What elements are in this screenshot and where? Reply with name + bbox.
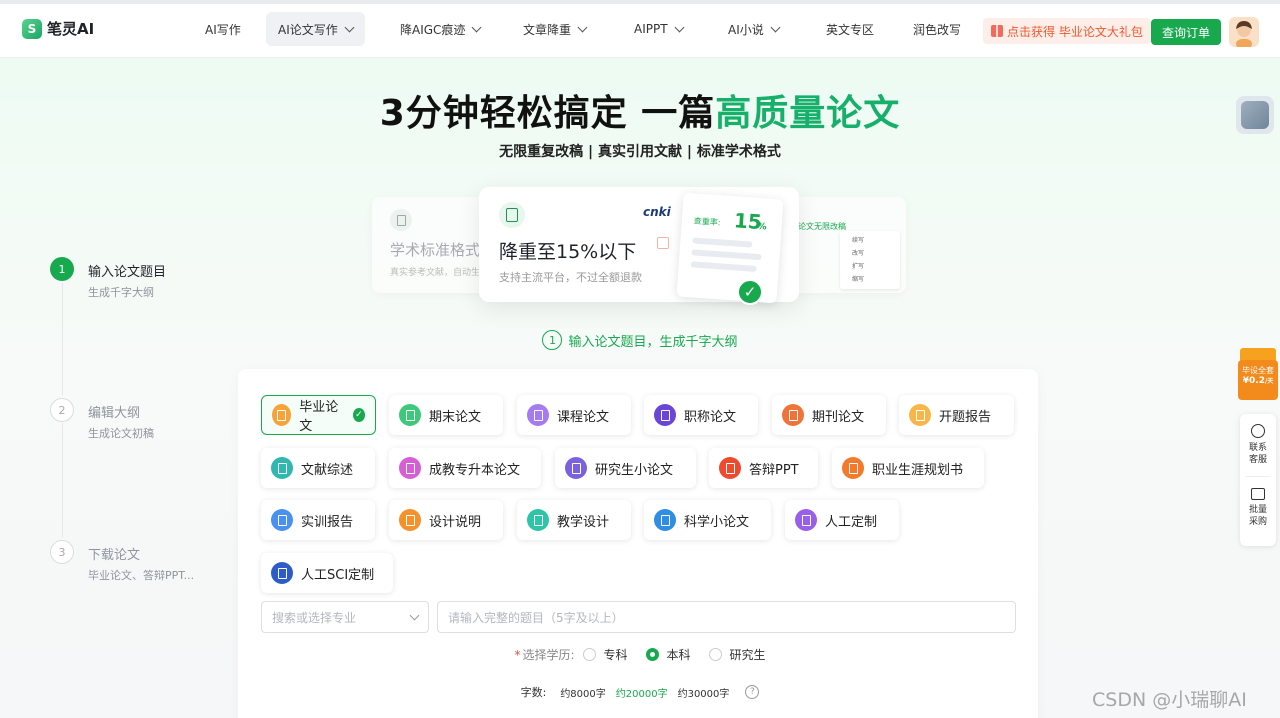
pen-icon (399, 404, 421, 426)
type-science-paper[interactable]: 科学小论文 (644, 500, 771, 540)
selected-check-icon: ✓ (352, 408, 365, 422)
query-order-button[interactable]: 查询订单 (1151, 19, 1221, 45)
nav-reduce-aigc[interactable]: 降AIGC痕迹 (388, 12, 492, 46)
feature-card-unlimited: 论文无限改稿 续写 改写 扩写 缩写 (790, 197, 906, 293)
topic-input[interactable]: 请输入完整的题目（5字及以上） (437, 601, 1016, 633)
type-journal-paper[interactable]: 期刊论文 (772, 395, 886, 435)
document-icon (565, 457, 587, 479)
ruler-icon (399, 509, 421, 531)
nav-ai-paper[interactable]: AI论文写作 (266, 12, 365, 46)
check-icon: ✓ (737, 279, 763, 305)
brand-name: 笔灵AI (47, 20, 95, 38)
step-connector (62, 423, 63, 537)
step-3-desc: 毕业论文、答辩PPT... (88, 569, 195, 582)
chevron-down-icon (471, 22, 482, 32)
step-1-desc: 生成千字大纲 (88, 286, 154, 299)
step-2-title: 编辑大纲 (88, 406, 141, 421)
radio-graduate[interactable] (708, 648, 722, 661)
avatar[interactable] (1229, 17, 1259, 47)
nav-rewrite[interactable]: 文章降重 (511, 12, 598, 46)
type-graduate-paper[interactable]: 研究生小论文 (555, 448, 696, 488)
people-icon (399, 457, 421, 479)
chevron-down-icon (344, 22, 355, 32)
step-1-number: 1 (50, 257, 74, 281)
type-custom[interactable]: 人工定制 (785, 500, 899, 540)
report-paper: 查重率: 15 % (676, 192, 784, 304)
document-download-icon (499, 202, 525, 228)
bulk-purchase-button[interactable]: 批量采购 (1240, 488, 1276, 528)
step-2-desc: 生成论文初稿 (88, 427, 154, 440)
chevron-down-icon (409, 610, 420, 620)
step-hint: 1 输入论文题目，生成千字大纲 (0, 330, 1280, 350)
plan-icon (842, 457, 864, 479)
briefcase-icon (1251, 488, 1265, 500)
major-select[interactable]: 搜索或选择专业 (261, 601, 429, 633)
type-graduation-thesis[interactable]: 毕业论文 ✓ (261, 395, 376, 435)
radio-associate[interactable] (582, 648, 596, 661)
chevron-down-icon (770, 22, 781, 32)
step-1-title: 输入论文题目 (88, 265, 167, 280)
help-icon[interactable]: ? (745, 685, 760, 699)
stamp-icon (657, 237, 669, 249)
journal-icon (782, 404, 804, 426)
hero-title: 3分钟轻松搞定 一篇高质量论文 (379, 93, 901, 134)
report-icon (909, 404, 931, 426)
promo-button[interactable]: 点击获得 毕业论文大礼包 (983, 18, 1151, 44)
type-proposal[interactable]: 开题报告 (899, 395, 1014, 435)
nav-english[interactable]: 英文专区 (814, 12, 886, 46)
nav-polish[interactable]: 润色改写 (901, 12, 973, 46)
degree-selector: * 选择学历: 专科 本科 研究生 (514, 647, 766, 663)
type-course-paper[interactable]: 课程论文 (517, 395, 631, 435)
type-training-report[interactable]: 实训报告 (261, 500, 375, 540)
document-icon (271, 562, 293, 584)
cnki-logo: cnki (643, 205, 671, 219)
book-icon (527, 509, 549, 531)
feature-card-format: 学术标准格式 真实参考文献，自动生 (372, 197, 492, 293)
document-icon (390, 209, 412, 231)
type-design-spec[interactable]: 设计说明 (389, 500, 503, 540)
document-icon (271, 457, 293, 479)
word-option-8000[interactable]: 约8000字 (560, 685, 605, 700)
gift-promo-badge[interactable]: 毕设全套 ¥0.2/天 (1236, 346, 1278, 400)
document-icon (271, 509, 293, 531)
user-group-icon (795, 509, 817, 531)
floating-tool-button[interactable] (1236, 96, 1274, 134)
step-3-title: 下载论文 (88, 548, 141, 563)
type-literature-review[interactable]: 文献综述 (261, 448, 375, 488)
logo-icon: S (22, 18, 42, 39)
type-defense-ppt[interactable]: 答辩PPT (709, 448, 818, 488)
type-career-plan[interactable]: 职业生涯规划书 (832, 448, 984, 488)
type-adult-education[interactable]: 成教专升本论文 (389, 448, 541, 488)
atom-icon (654, 509, 676, 531)
word-option-30000[interactable]: 约30000字 (678, 685, 730, 700)
chevron-down-icon (577, 22, 588, 32)
document-icon (272, 404, 292, 426)
step-3-number: 3 (50, 540, 74, 564)
search-doc-icon (654, 404, 676, 426)
chevron-down-icon (674, 22, 685, 32)
type-sci-custom[interactable]: 人工SCI定制 (261, 553, 393, 593)
word-option-20000[interactable]: 约20000字 (616, 685, 668, 700)
nav-ai-novel[interactable]: AI小说 (716, 12, 791, 46)
watermark: CSDN @小瑞聊AI (1092, 689, 1247, 711)
step-2-number: 2 (50, 398, 74, 422)
lightning-icon (1241, 101, 1269, 129)
type-final-paper[interactable]: 期末论文 (389, 395, 503, 435)
action-menu: 续写 改写 扩写 缩写 (840, 231, 900, 289)
ppt-icon (719, 457, 741, 479)
divider (1246, 476, 1270, 477)
nav-ai-writing[interactable]: AI写作 (193, 12, 253, 46)
word-count-selector: 字数: 约8000字 约20000字 约30000字 ? (0, 684, 1280, 700)
brand-logo[interactable]: S 笔灵AI (22, 18, 94, 39)
customer-service-button[interactable]: 联系客服 (1240, 424, 1276, 466)
right-sidebar: 联系客服 批量采购 (1240, 414, 1276, 546)
type-title-paper[interactable]: 职称论文 (644, 395, 758, 435)
nav-aippt[interactable]: AIPPT (622, 12, 695, 46)
radio-bachelor[interactable] (645, 648, 659, 661)
hero-subtitle: 无限重复改稿 | 真实引用文献 | 标准学术格式 (499, 144, 781, 160)
headset-icon (1251, 424, 1265, 438)
stack-icon (527, 404, 549, 426)
type-teaching-design[interactable]: 教学设计 (517, 500, 631, 540)
gift-icon (991, 25, 1003, 37)
